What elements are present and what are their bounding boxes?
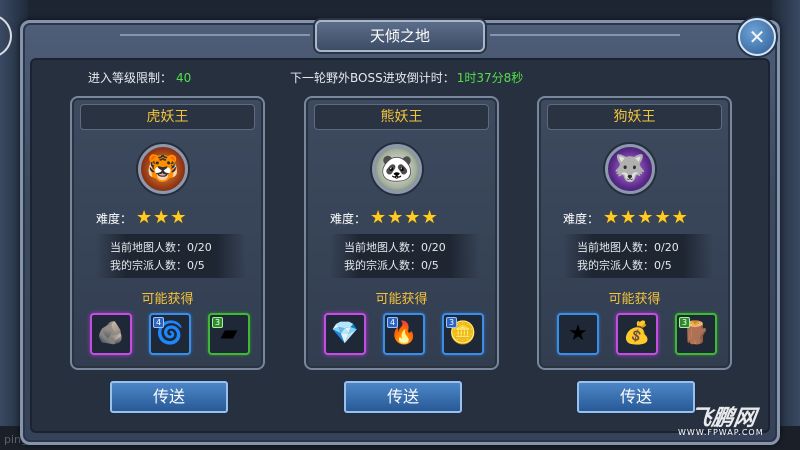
star-icon: ★ xyxy=(603,207,620,228)
difficulty-label: 难度： xyxy=(330,211,367,226)
bear-demon-icon[interactable]: 🐼 xyxy=(372,144,422,194)
difficulty-label: 难度： xyxy=(96,211,133,226)
reward-item[interactable]: 💰 xyxy=(616,313,658,355)
rewards-title: 可能获得 xyxy=(608,292,661,307)
map-player-count: 当前地图人数：0/20 xyxy=(577,239,679,255)
sect-count-value: 0/5 xyxy=(187,259,205,272)
boss-name: 狗妖王 xyxy=(613,109,656,125)
map-player-count: 当前地图人数：0/20 xyxy=(344,239,446,255)
dialog-title: 天倾之地 xyxy=(315,20,485,52)
card-title-bar: 狗妖王 xyxy=(547,104,722,130)
level-limit-value: 40 xyxy=(176,71,192,85)
sect-count-value: 0/5 xyxy=(654,259,672,272)
cross-close-icon: ✕ xyxy=(748,25,766,49)
item-tier-badge: 4 xyxy=(153,317,164,328)
sect-count-label: 我的宗派人数： xyxy=(110,259,187,272)
red-ore-icon: 🪨 xyxy=(97,321,125,346)
star-icon: ★ xyxy=(671,207,688,228)
boss-name: 虎妖王 xyxy=(146,109,189,125)
teleport-button[interactable]: 传送 xyxy=(110,381,228,413)
title-ornament-left xyxy=(120,34,310,36)
difficulty-row: 难度： ★ ★ ★ xyxy=(96,208,187,228)
reward-item[interactable]: 💎 xyxy=(324,313,366,355)
star-icon: ★ xyxy=(404,207,421,228)
title-ornament-right xyxy=(490,34,680,36)
teleport-button[interactable]: 传送 xyxy=(344,381,462,413)
star-icon: ★ xyxy=(370,207,387,228)
sect-player-count: 我的宗派人数：0/5 xyxy=(577,257,672,273)
item-tier-badge: 3 xyxy=(446,317,457,328)
rewards-title: 可能获得 xyxy=(141,292,194,307)
boss-countdown: 下一轮野外BOSS进攻倒计时： 1时37分8秒 xyxy=(290,69,523,86)
player-count-box: 当前地图人数：0/20 我的宗派人数：0/5 xyxy=(330,234,480,278)
reward-item[interactable]: 🔥 4 xyxy=(383,313,425,355)
boss-card: 狗妖王 🐺 难度： ★ ★ ★ ★ ★ 当前地图人数：0/20 我的宗派人数：0/5 可能获得 ★ 💰 🪵… xyxy=(537,96,732,370)
difficulty-row: 难度： ★ ★ ★ ★ xyxy=(330,208,439,228)
star-icon: ★ xyxy=(620,207,637,228)
difficulty-label: 难度： xyxy=(563,211,600,226)
reward-item[interactable]: 🪙 3 xyxy=(442,313,484,355)
portrait-glyph: 🐯 xyxy=(146,154,180,184)
dog-demon-icon[interactable]: 🐺 xyxy=(605,144,655,194)
star-icon: ★ xyxy=(654,207,671,228)
reward-items: 💎 🔥 4 🪙 3 xyxy=(324,313,484,359)
sect-player-count: 我的宗派人数：0/5 xyxy=(344,257,439,273)
star-icon: ★ xyxy=(170,207,187,228)
star-icon: ★ xyxy=(421,207,438,228)
sect-count-label: 我的宗派人数： xyxy=(344,259,421,272)
reward-item[interactable]: ★ xyxy=(557,313,599,355)
countdown-value: 1时37分8秒 xyxy=(456,71,524,85)
iron-ingot-icon: ▰ xyxy=(220,321,238,346)
portrait-glyph: 🐼 xyxy=(380,154,414,184)
purple-crystal-icon: 💎 xyxy=(331,321,359,346)
close-button[interactable]: ✕ xyxy=(738,18,776,56)
map-count-value: 0/20 xyxy=(187,241,212,254)
item-tier-badge: 3 xyxy=(679,317,690,328)
map-count-value: 0/20 xyxy=(654,241,679,254)
map-player-count: 当前地图人数：0/20 xyxy=(110,239,212,255)
reward-items: ★ 💰 🪵 3 xyxy=(557,313,717,359)
map-count-value: 0/20 xyxy=(421,241,446,254)
sect-count-label: 我的宗派人数： xyxy=(577,259,654,272)
boss-card: 虎妖王 🐯 难度： ★ ★ ★ 当前地图人数：0/20 我的宗派人数：0/5 可能获得 🪨 🌀 4 ▰ 3 xyxy=(70,96,265,370)
card-title-bar: 熊妖王 xyxy=(314,104,489,130)
boss-card: 熊妖王 🐼 难度： ★ ★ ★ ★ 当前地图人数：0/20 我的宗派人数：0/5 可能获得 💎 🔥 4 🪙… xyxy=(304,96,499,370)
item-tier-badge: 3 xyxy=(212,317,223,328)
level-limit: 进入等级限制： 40 xyxy=(88,69,191,86)
boss-name: 熊妖王 xyxy=(380,109,423,125)
portrait-glyph: 🐺 xyxy=(613,154,647,184)
reward-item[interactable]: 🪨 xyxy=(90,313,132,355)
sect-count-value: 0/5 xyxy=(421,259,439,272)
reward-item[interactable]: 🪵 3 xyxy=(675,313,717,355)
map-count-label: 当前地图人数： xyxy=(110,241,187,254)
watermark-url: WWW.FPWAP.COM xyxy=(678,428,764,437)
difficulty-row: 难度： ★ ★ ★ ★ ★ xyxy=(563,208,689,228)
star-icon: ★ xyxy=(136,207,153,228)
rewards-title: 可能获得 xyxy=(375,292,428,307)
player-count-box: 当前地图人数：0/20 我的宗派人数：0/5 xyxy=(563,234,713,278)
star-icon: ★ xyxy=(387,207,404,228)
map-count-label: 当前地图人数： xyxy=(344,241,421,254)
reward-item[interactable]: 🌀 4 xyxy=(149,313,191,355)
countdown-label: 下一轮野外BOSS进攻倒计时： xyxy=(290,71,455,85)
star-icon: ★ xyxy=(637,207,654,228)
sect-player-count: 我的宗派人数：0/5 xyxy=(110,257,205,273)
map-count-label: 当前地图人数： xyxy=(577,241,654,254)
teleport-button[interactable]: 传送 xyxy=(577,381,695,413)
treasure-bag-icon: 💰 xyxy=(623,321,651,346)
reward-items: 🪨 🌀 4 ▰ 3 xyxy=(90,313,250,359)
tiger-demon-icon[interactable]: 🐯 xyxy=(138,144,188,194)
reward-item[interactable]: ▰ 3 xyxy=(208,313,250,355)
player-count-box: 当前地图人数：0/20 我的宗派人数：0/5 xyxy=(96,234,246,278)
green-star-icon: ★ xyxy=(568,321,588,346)
star-icon: ★ xyxy=(153,207,170,228)
level-limit-label: 进入等级限制： xyxy=(88,71,173,85)
item-tier-badge: 4 xyxy=(387,317,398,328)
card-title-bar: 虎妖王 xyxy=(80,104,255,130)
